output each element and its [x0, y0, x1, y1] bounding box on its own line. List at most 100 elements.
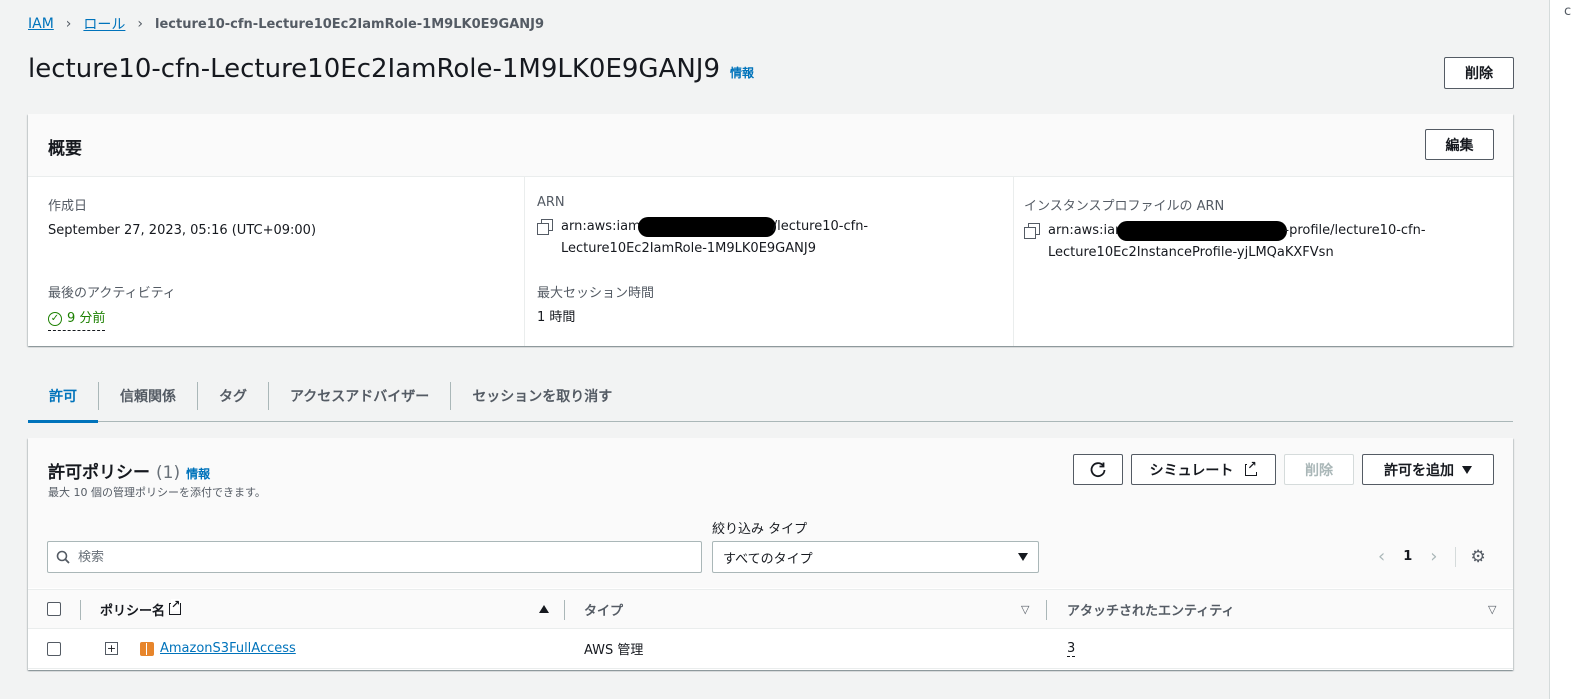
summary-title: 概要: [48, 139, 82, 159]
external-link-icon: [169, 599, 182, 615]
table-row: + AmazonS3FullAccess AWS 管理 3: [28, 629, 1513, 669]
policy-type: AWS 管理: [584, 643, 644, 658]
caret-down-icon: [1462, 465, 1472, 474]
column-type[interactable]: タイプ: [584, 590, 623, 628]
activity-value: 9 分前: [67, 311, 106, 326]
search-input[interactable]: [78, 549, 701, 565]
column-divider: [1046, 600, 1047, 620]
arn-suffix: /lecture10-cfn-: [772, 219, 869, 234]
refresh-icon: [1090, 461, 1106, 477]
title-info-link[interactable]: 情報: [730, 64, 754, 81]
search-box: [47, 541, 702, 573]
created-field: 作成日 September 27, 2023, 05:16 (UTC+09:00…: [48, 195, 316, 242]
breadcrumb: IAM › ロール › lecture10-cfn-Lecture10Ec2Ia…: [28, 14, 544, 34]
copy-icon[interactable]: [1024, 223, 1040, 239]
policy-name-cell: AmazonS3FullAccess: [140, 629, 296, 668]
current-page[interactable]: 1: [1403, 549, 1412, 564]
instance-arn-label: インスタンスプロファイルの ARN: [1024, 199, 1225, 214]
created-label: 作成日: [48, 199, 88, 214]
table-header: ポリシー名 タイプ ▽ アタッチされたエンティティ ▽: [28, 589, 1513, 629]
summary-column-3: インスタンスプロファイルの ARN arn:aws:iar -profile/le…: [1014, 177, 1513, 346]
attached-entities-count[interactable]: 3: [1067, 641, 1076, 657]
redaction-block: [1117, 220, 1288, 241]
expand-icon[interactable]: +: [105, 642, 118, 655]
select-all-checkbox[interactable]: [47, 602, 61, 616]
simulate-button[interactable]: シミュレート: [1131, 454, 1276, 485]
column-attached-entities[interactable]: アタッチされたエンティティ: [1067, 590, 1234, 628]
instance-arn-line2: Lecture10Ec2InstanceProfile-yjLMQaKXFVsn: [1048, 245, 1334, 260]
arn-prefix: arn:aws:iam: [561, 219, 641, 234]
redaction-block: [637, 216, 776, 237]
tab-tags[interactable]: タグ: [197, 381, 268, 410]
check-circle-icon: ✓: [48, 312, 62, 326]
column-policy-name-label: ポリシー名: [100, 603, 166, 619]
breadcrumb-current: lecture10-cfn-Lecture10Ec2IamRole-1M9LK0…: [155, 16, 545, 32]
edit-button[interactable]: 編集: [1425, 129, 1494, 160]
policies-description: 最大 10 個の管理ポリシーを添付できます。: [48, 486, 266, 499]
policies-info-link[interactable]: 情報: [186, 465, 210, 482]
page-title-row: lecture10-cfn-Lecture10Ec2IamRole-1M9LK0…: [28, 54, 754, 84]
tab-revoke-sessions[interactable]: セッションを取り消す: [450, 381, 633, 410]
column-policy-name[interactable]: ポリシー名: [100, 590, 182, 628]
summary-column-2: ARN arn:aws:iam/lecture10-cfn- Lecture10…: [525, 177, 1014, 346]
max-session-label: 最大セッション時間: [537, 286, 655, 301]
row-expand-cell: +: [105, 629, 118, 668]
tab-permissions[interactable]: 許可: [28, 370, 98, 423]
instance-arn-prefix: arn:aws:iar: [1048, 223, 1121, 238]
summary-panel: 概要 編集 作成日 September 27, 2023, 05:16 (UTC…: [28, 114, 1513, 346]
sort-icon[interactable]: ▽: [1488, 590, 1496, 628]
policies-heading: 許可ポリシー (1) 情報: [48, 458, 210, 483]
tab-access-advisor[interactable]: アクセスアドバイザー: [268, 381, 450, 410]
arn-line2: Lecture10Ec2IamRole-1M9LK0E9GANJ9: [561, 241, 816, 256]
policy-name-link[interactable]: AmazonS3FullAccess: [160, 641, 296, 656]
chevron-right-icon: ›: [137, 16, 144, 32]
arn-label: ARN: [537, 195, 565, 210]
right-side-strip: c: [1549, 0, 1586, 699]
permission-policies-panel: 許可ポリシー (1) 情報 最大 10 個の管理ポリシーを添付できます。 シミュ…: [28, 438, 1513, 670]
search-icon: [56, 550, 70, 564]
breadcrumb-roles[interactable]: ロール: [83, 14, 125, 34]
refresh-button[interactable]: [1073, 454, 1123, 485]
summary-column-1: 作成日 September 27, 2023, 05:16 (UTC+09:00…: [28, 177, 525, 346]
instance-arn-suffix: -profile/lecture10-cfn-: [1284, 223, 1426, 238]
page-title: lecture10-cfn-Lecture10Ec2IamRole-1M9LK0…: [28, 54, 721, 84]
chevron-right-icon: ›: [65, 16, 72, 32]
instance-arn-field: インスタンスプロファイルの ARN arn:aws:iar -profile/le…: [1024, 195, 1426, 264]
filter-type-label: 絞り込み タイプ: [712, 522, 808, 537]
gear-icon[interactable]: ⚙: [1455, 546, 1486, 567]
activity-status[interactable]: ✓ 9 分前: [48, 308, 106, 331]
caret-down-icon: [1018, 553, 1028, 561]
add-permissions-button[interactable]: 許可を追加: [1362, 454, 1494, 485]
arn-field: ARN arn:aws:iam/lecture10-cfn- Lecture10…: [537, 195, 868, 260]
aws-s3-icon: [140, 641, 154, 656]
simulate-label: シミュレート: [1149, 462, 1234, 479]
column-divider: [564, 600, 565, 620]
policies-title: 許可ポリシー: [48, 463, 150, 483]
policies-table: ポリシー名 タイプ ▽ アタッチされたエンティティ ▽ + AmazonS3Fu…: [28, 589, 1513, 669]
max-session-field: 最大セッション時間 1 時間: [537, 282, 654, 329]
activity-field: 最後のアクティビティ ✓ 9 分前: [48, 282, 176, 331]
filter-type-value: すべてのタイプ: [723, 551, 813, 567]
sort-icon[interactable]: ▽: [1021, 590, 1029, 628]
filter-type-select[interactable]: すべてのタイプ: [712, 541, 1039, 573]
delete-role-button[interactable]: 削除: [1444, 57, 1514, 89]
activity-label: 最後のアクティビティ: [48, 286, 176, 301]
pagination: ‹ 1 › ⚙: [1378, 546, 1486, 567]
created-value: September 27, 2023, 05:16 (UTC+09:00): [48, 223, 317, 238]
summary-header: 概要 編集: [28, 114, 1513, 177]
select-all-cell: [47, 590, 61, 628]
column-divider: [80, 600, 81, 620]
add-permissions-label: 許可を追加: [1384, 462, 1454, 479]
tab-trust-relationships[interactable]: 信頼関係: [98, 381, 197, 410]
chevron-right-icon[interactable]: ›: [1430, 546, 1437, 567]
max-session-value: 1 時間: [537, 310, 576, 325]
breadcrumb-iam[interactable]: IAM: [28, 16, 54, 32]
delete-policy-button[interactable]: 削除: [1284, 454, 1354, 485]
row-select-cell: [47, 629, 61, 668]
copy-icon[interactable]: [537, 219, 553, 235]
chevron-left-icon[interactable]: ‹: [1378, 546, 1385, 567]
sort-ascending-icon[interactable]: [539, 590, 549, 628]
row-checkbox[interactable]: [47, 641, 61, 656]
external-link-icon: [1245, 459, 1258, 476]
policies-count: (1): [156, 463, 181, 483]
